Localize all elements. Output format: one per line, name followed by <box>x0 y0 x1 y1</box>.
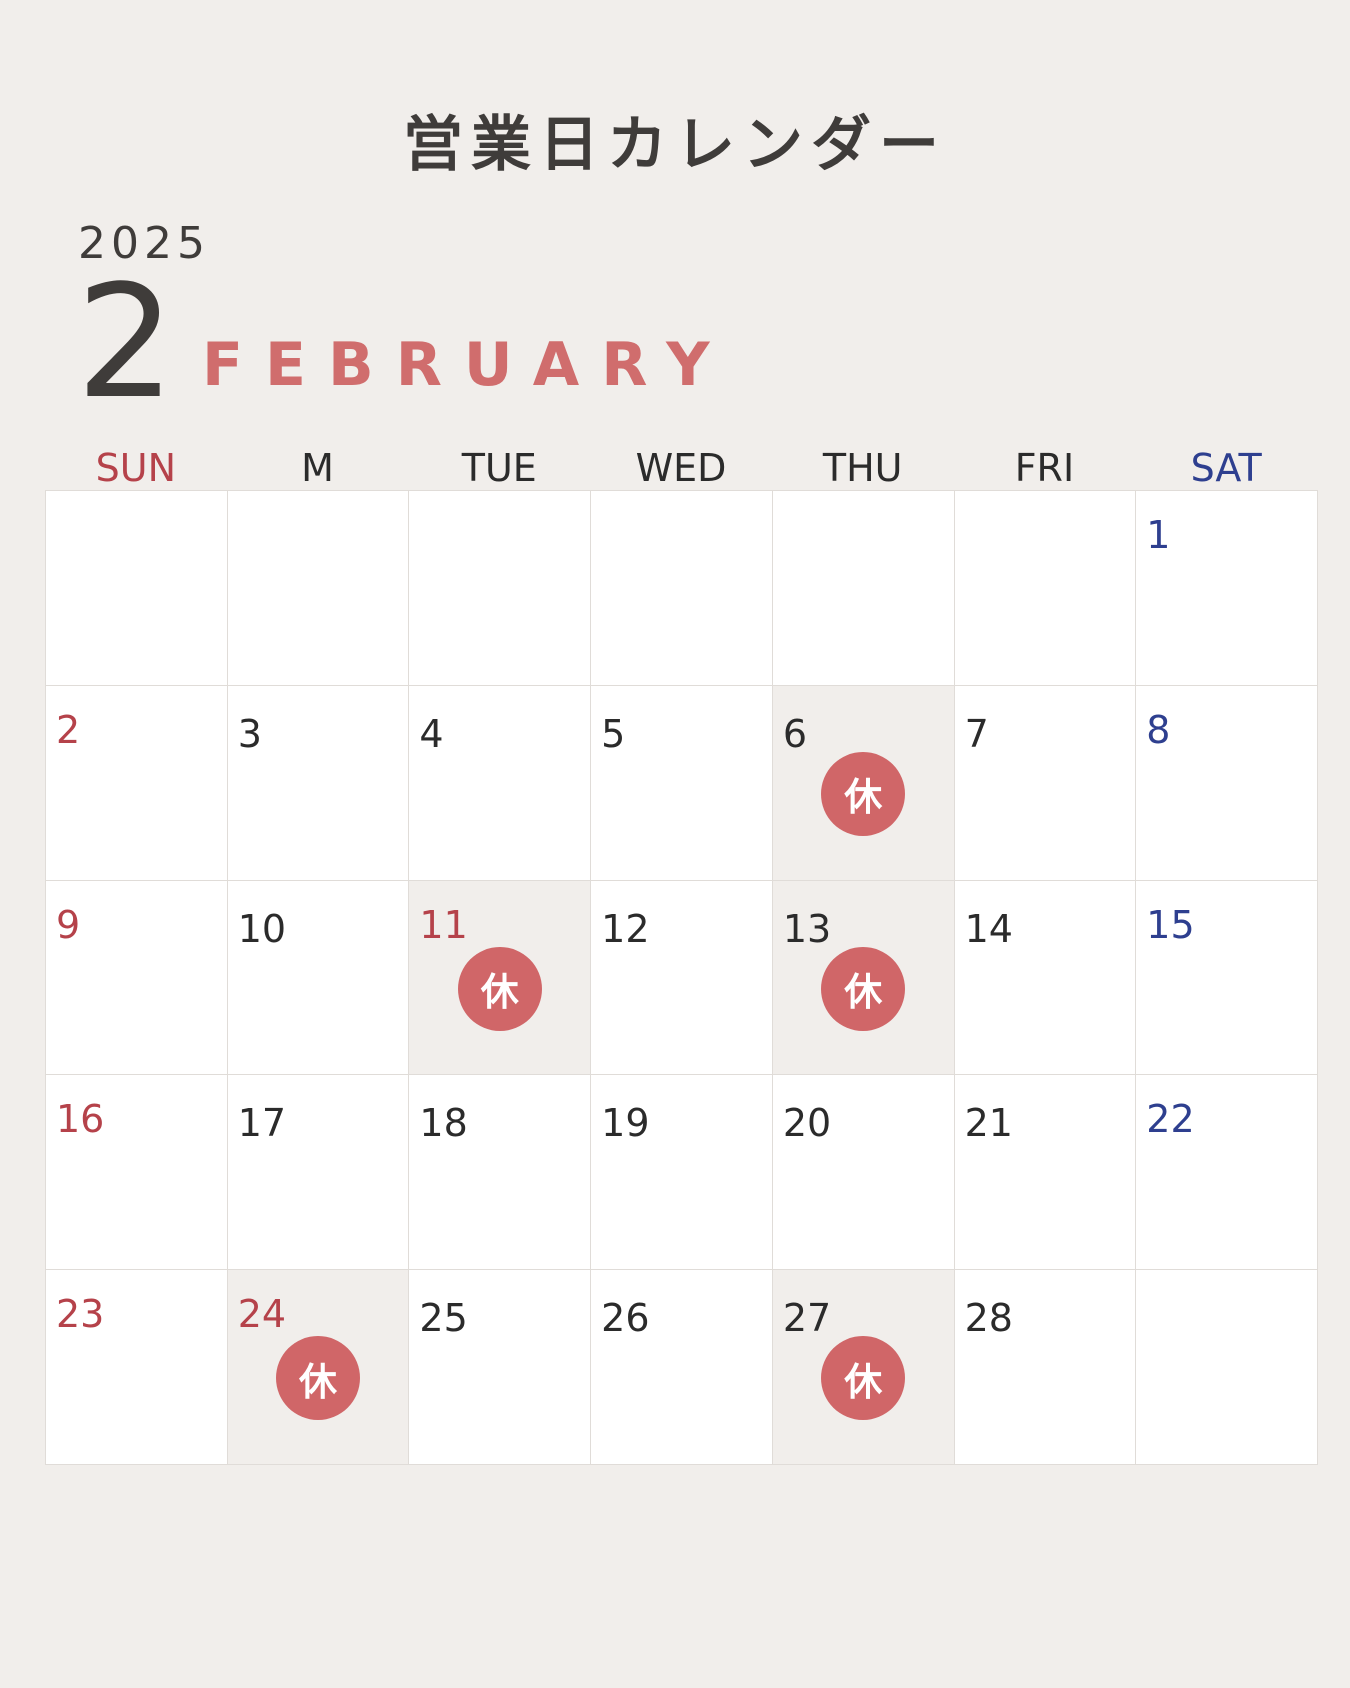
day-number: 8 <box>1146 707 1171 752</box>
day-number: 20 <box>782 1101 832 1146</box>
day-cell-13: 13 休 <box>772 880 955 1076</box>
day-cell-10: 10 <box>227 880 410 1076</box>
day-cell-8: 8 <box>1136 685 1318 881</box>
day-number: 5 <box>601 711 626 756</box>
day-cell-26: 26 <box>591 1270 773 1465</box>
day-number: 16 <box>56 1097 105 1142</box>
day-cell-11: 11 休 <box>409 880 592 1076</box>
day-number: 1 <box>1146 513 1171 557</box>
closed-badge: 休 <box>821 751 906 836</box>
day-cell-6: 6休 <box>772 685 955 881</box>
closed-badge: 休 <box>821 1336 906 1421</box>
day-number: 24 <box>237 1292 287 1337</box>
day-cell-20: 20 <box>772 1075 955 1271</box>
day-number: 21 <box>964 1101 1013 1146</box>
day-number: 23 <box>56 1292 105 1337</box>
day-cell-14: 14 <box>954 880 1137 1076</box>
day-cell-19: 19 <box>591 1075 773 1271</box>
day-number: 11 <box>419 902 468 947</box>
day-cell-5: 5 <box>591 685 773 881</box>
day-number: 27 <box>782 1296 832 1341</box>
day-cell-7: 7 <box>954 685 1137 881</box>
day-number: 3 <box>237 711 262 756</box>
day-number: 15 <box>1146 902 1195 947</box>
day-number: 6 <box>782 711 808 756</box>
day-cell-2: 2 <box>46 685 228 881</box>
day-cell-1: 1 <box>1136 491 1318 686</box>
day-number: 22 <box>1146 1097 1195 1142</box>
closed-badge: 休 <box>276 1336 361 1421</box>
day-number: 18 <box>419 1101 468 1146</box>
day-number: 9 <box>56 902 81 947</box>
month-name: FEBRUARY <box>202 330 732 400</box>
empty-day-cell <box>409 491 592 686</box>
day-cell-15: 15 <box>1136 880 1318 1076</box>
empty-day-cell <box>954 491 1137 686</box>
day-number: 2 <box>56 707 81 752</box>
empty-day-cell <box>1136 1270 1318 1465</box>
day-cell-21: 21 <box>954 1075 1137 1271</box>
day-number: 7 <box>964 711 989 756</box>
closed-badge: 休 <box>457 946 542 1031</box>
day-cell-16: 16 <box>46 1075 228 1271</box>
page-title: 営業日カレンダー <box>403 110 947 180</box>
day-cell-4: 4 <box>409 685 592 881</box>
day-cell-23: 23 <box>46 1270 228 1465</box>
day-number: 13 <box>782 906 832 951</box>
day-number: 25 <box>419 1296 468 1341</box>
day-cell-12: 12 <box>591 880 773 1076</box>
day-cell-27: 27 休 <box>772 1270 955 1465</box>
calendar-page: 営業日カレンダー 2025 2 FEBRUARY SUNMONTUEWEDTHU… <box>0 0 1350 1688</box>
day-number: 17 <box>237 1101 287 1146</box>
day-number: 12 <box>601 906 650 951</box>
day-number: 4 <box>419 711 444 756</box>
empty-day-cell <box>591 491 773 686</box>
empty-day-cell <box>46 491 228 686</box>
day-number: 28 <box>964 1296 1013 1341</box>
day-number: 14 <box>964 906 1013 951</box>
closed-badge: 休 <box>821 946 906 1031</box>
day-cell-18: 18 <box>409 1075 592 1271</box>
day-cell-3: 3 <box>227 685 410 881</box>
empty-day-cell <box>227 491 410 686</box>
day-cell-22: 22 <box>1136 1075 1318 1271</box>
empty-day-cell <box>772 491 955 686</box>
day-cell-24: 24 休 <box>227 1270 410 1465</box>
day-number: 10 <box>237 906 287 951</box>
calendar-grid: 1 2 3 4 5 6 休 7 8 9 10 11 休 12 13 休 14 15 16 17 18 19 20 21 22 23… <box>45 490 1318 1465</box>
day-cell-17: 17 <box>227 1075 410 1271</box>
day-number: 19 <box>601 1101 650 1146</box>
day-cell-25: 25 <box>409 1270 592 1465</box>
day-cell-28: 28 <box>954 1270 1137 1465</box>
day-number: 26 <box>601 1296 650 1341</box>
day-cell-9: 9 <box>46 880 228 1076</box>
month-number: 2 <box>76 251 176 433</box>
